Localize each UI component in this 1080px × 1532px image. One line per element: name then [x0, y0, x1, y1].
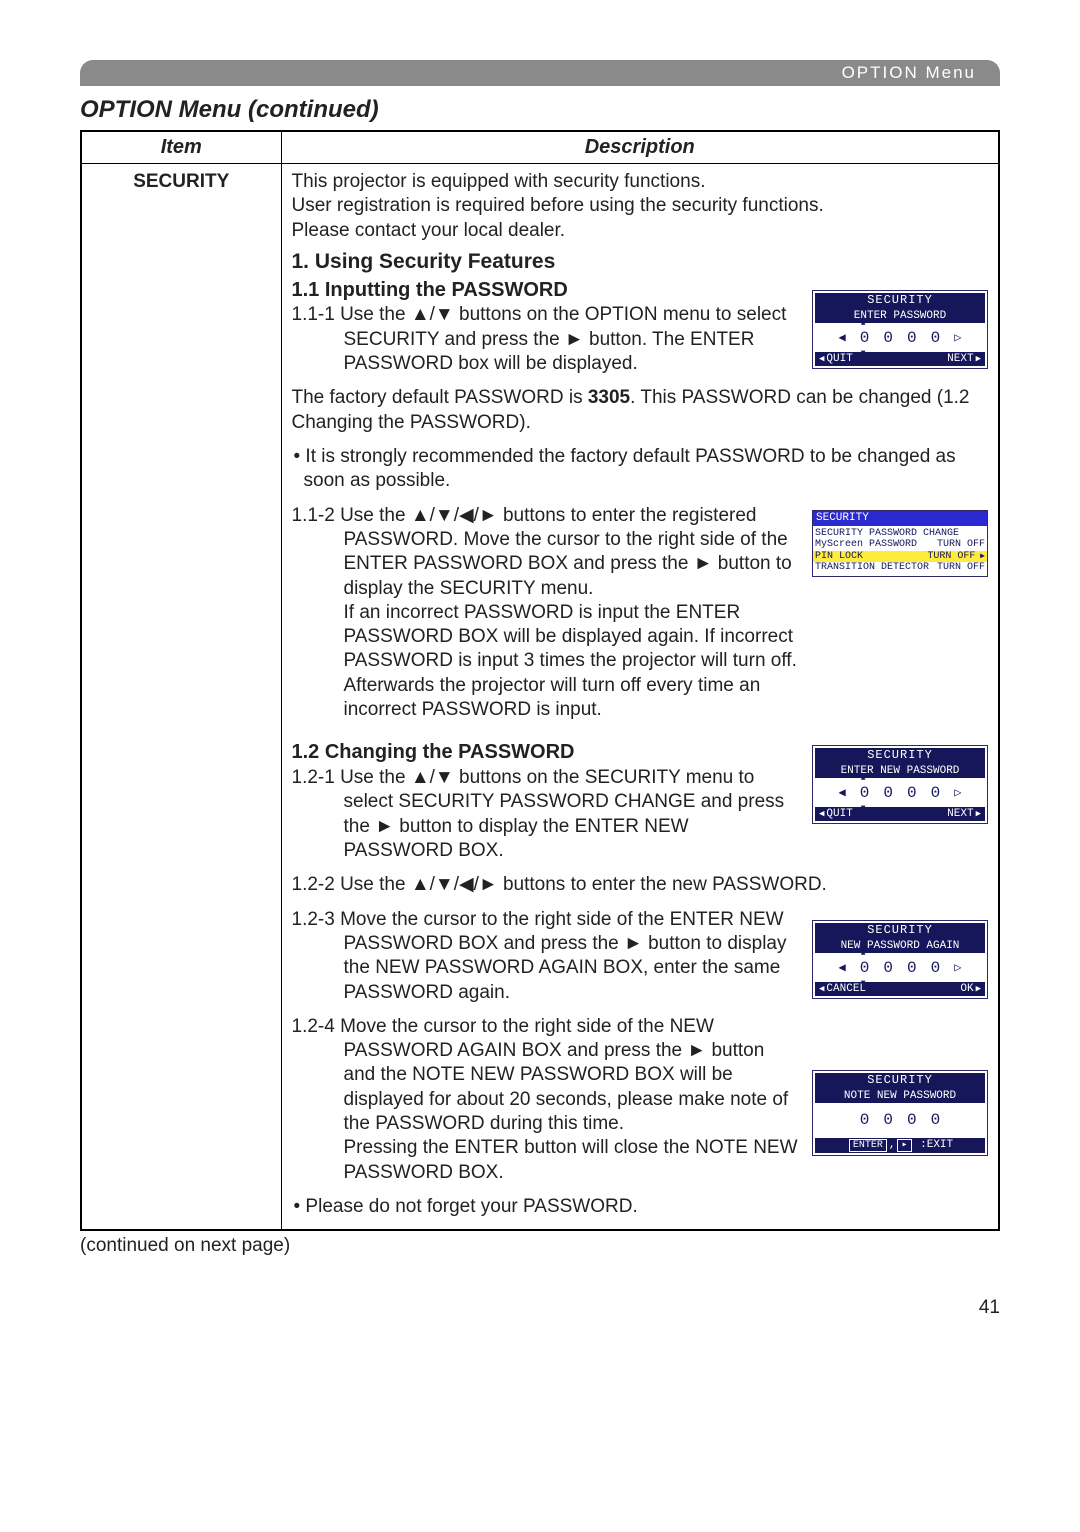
- p-default-bold: 3305: [588, 387, 630, 408]
- osd4-sub: NEW PASSWORD AGAIN: [815, 939, 985, 954]
- item-security: SECURITY: [81, 164, 281, 1231]
- osd3-d2: 0: [907, 784, 917, 802]
- page-title: OPTION Menu (continued): [80, 96, 1000, 124]
- section-1-title: 1. Using Security Features: [292, 249, 989, 276]
- p-recommend: • It is strongly recommended the factory…: [292, 445, 989, 494]
- osd2-r3-l: TRANSITION DETECTOR: [815, 562, 929, 574]
- intro-l3: Please contact your local dealer.: [292, 219, 989, 243]
- osd4-d1: 0: [883, 959, 893, 977]
- osd3-footer: QUIT NEXT: [815, 807, 985, 822]
- osd4-footer: CANCEL OK: [815, 982, 985, 997]
- p-1-2-2: 1.2-2 Use the ▲/▼/◀/► buttons to enter t…: [292, 873, 989, 897]
- p-noforget: • Please do not forget your PASSWORD.: [292, 1195, 989, 1219]
- osd1-quit: QUIT: [819, 353, 853, 366]
- osd3-hdr: SECURITY: [815, 748, 985, 764]
- osd4-d3: 0: [931, 959, 941, 977]
- play-icon: ▸: [897, 1139, 911, 1153]
- osd-enter-password: SECURITY ENTER PASSWORD ◀ 0 0 0 0 ▷ QUIT…: [812, 290, 988, 369]
- osd5-enter: ENTER: [849, 1139, 887, 1153]
- osd-note-new-password: SECURITY NOTE NEW PASSWORD 0 0 0 0 ENTER…: [812, 1070, 988, 1156]
- osd3-digits: ◀ 0 0 0 0 ▷: [815, 778, 985, 806]
- description-cell: This projector is equipped with security…: [281, 164, 999, 1231]
- left-arrow-icon: ◀: [839, 332, 846, 346]
- osd1-digits: ◀ 0 0 0 0 ▷: [815, 323, 985, 351]
- osd3-d1: 0: [883, 784, 893, 802]
- osd2-hdr: SECURITY: [813, 511, 987, 526]
- osd4-d2: 0: [907, 959, 917, 977]
- osd1-d0: 0: [860, 329, 870, 347]
- osd2-row-0: SECURITY PASSWORD CHANGE: [813, 528, 987, 540]
- header-bar: OPTION Menu: [80, 60, 1000, 86]
- osd2-r2-r: TURN OFF: [927, 551, 985, 563]
- osd4-digits: ◀ 0 0 0 0 ▷: [815, 953, 985, 981]
- col-description: Description: [281, 131, 999, 164]
- osd2-r1-r: TURN OFF: [937, 539, 985, 551]
- intro-l2: User registration is required before usi…: [292, 194, 989, 218]
- osd4-d0: 0: [860, 959, 870, 977]
- osd3-d0: 0: [860, 784, 870, 802]
- osd1-next: NEXT: [947, 353, 981, 366]
- continued-note: (continued on next page): [80, 1235, 1000, 1257]
- osd-new-password-again: SECURITY NEW PASSWORD AGAIN ◀ 0 0 0 0 ▷ …: [812, 920, 988, 999]
- p-default-1: The factory default PASSWORD is: [292, 387, 588, 408]
- osd1-d3: 0: [931, 329, 941, 347]
- osd1-footer: QUIT NEXT: [815, 352, 985, 367]
- p-default: The factory default PASSWORD is 3305. Th…: [292, 386, 989, 435]
- osd2-r1-l: MyScreen PASSWORD: [815, 539, 917, 551]
- option-table: Item Description SECURITY This projector…: [80, 130, 1000, 1231]
- osd5-footer: ENTER,▸ :EXIT: [815, 1138, 985, 1154]
- osd3-d3: 0: [931, 784, 941, 802]
- osd5-d1: 0: [883, 1111, 893, 1129]
- osd2-r3-r: TURN OFF: [937, 562, 985, 574]
- osd2-r0-l: SECURITY PASSWORD CHANGE: [815, 528, 959, 540]
- osd5-exit: :EXIT: [920, 1139, 953, 1151]
- left-arrow-icon: ◀: [839, 962, 846, 976]
- page-number: 41: [80, 1297, 1000, 1319]
- osd5-d3: 0: [931, 1111, 941, 1129]
- osd4-cancel: CANCEL: [819, 983, 866, 996]
- osd3-quit: QUIT: [819, 808, 853, 821]
- osd5-hdr: SECURITY: [815, 1073, 985, 1089]
- osd4-hdr: SECURITY: [815, 923, 985, 939]
- osd2-row-2: PIN LOCK TURN OFF: [813, 551, 987, 563]
- osd1-sub: ENTER PASSWORD: [815, 309, 985, 324]
- col-item: Item: [81, 131, 281, 164]
- osd1-d2: 0: [907, 329, 917, 347]
- osd1-hdr: SECURITY: [815, 293, 985, 309]
- osd2-row-3: TRANSITION DETECTOR TURN OFF: [813, 562, 987, 574]
- left-arrow-icon: ◀: [839, 787, 846, 801]
- osd1-d1: 0: [883, 329, 893, 347]
- right-arrow-icon: ▷: [954, 332, 961, 346]
- osd5-digits: 0 0 0 0: [815, 1103, 985, 1137]
- breadcrumb: OPTION Menu: [842, 63, 976, 83]
- osd4-ok: OK: [960, 983, 981, 996]
- right-arrow-icon: ▷: [954, 787, 961, 801]
- osd5-d2: 0: [907, 1111, 917, 1129]
- osd-enter-new-password: SECURITY ENTER NEW PASSWORD ◀ 0 0 0 0 ▷ …: [812, 745, 988, 824]
- intro-l1: This projector is equipped with security…: [292, 170, 989, 194]
- osd2-r2-l: PIN LOCK: [815, 551, 863, 563]
- osd3-next: NEXT: [947, 808, 981, 821]
- osd3-sub: ENTER NEW PASSWORD: [815, 764, 985, 779]
- osd2-row-1: MyScreen PASSWORD TURN OFF: [813, 539, 987, 551]
- osd5-d0: 0: [860, 1111, 870, 1129]
- right-arrow-icon: ▷: [954, 962, 961, 976]
- osd5-sub: NOTE NEW PASSWORD: [815, 1089, 985, 1104]
- osd-security-menu: SECURITY SECURITY PASSWORD CHANGE MyScre…: [812, 510, 988, 577]
